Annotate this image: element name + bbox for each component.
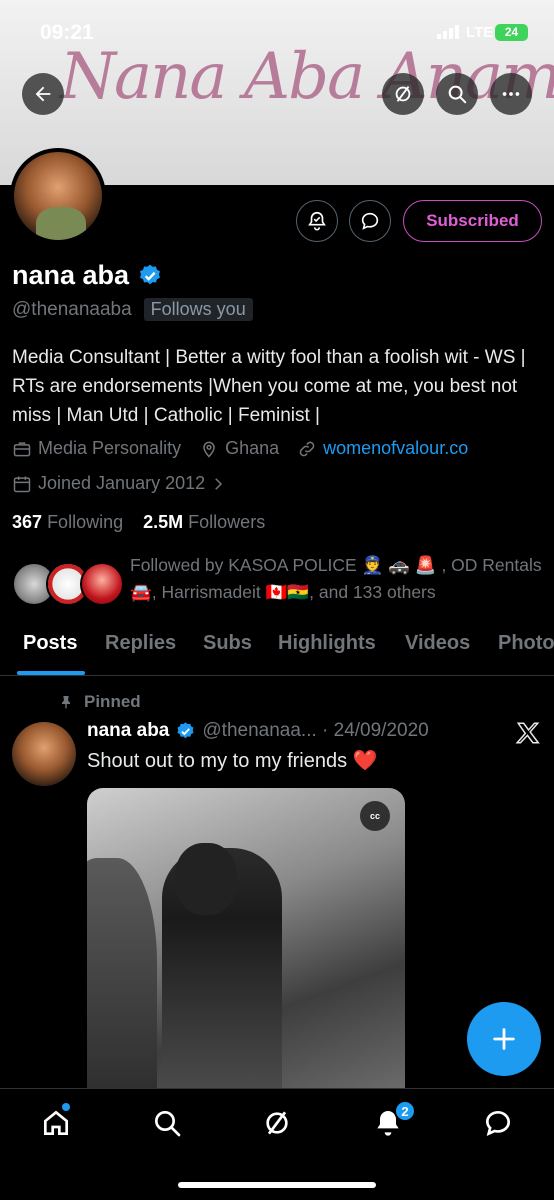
followers-link[interactable]: 2.5M Followers — [143, 512, 265, 532]
back-arrow-icon — [35, 86, 51, 102]
battery-icon: 24 — [495, 24, 528, 41]
handle-row: @thenanaaba Follows you — [12, 298, 253, 321]
grok-button[interactable] — [382, 73, 424, 115]
profile-name-row: nana aba — [12, 260, 163, 291]
tab-replies[interactable]: Replies — [105, 632, 176, 655]
tab-highlights[interactable]: Highlights — [278, 632, 376, 655]
chevron-right-icon — [215, 477, 223, 490]
profile-name: nana aba — [12, 260, 130, 290]
profile-meta-row: Media Personality Ghana womenofvalour.co — [12, 438, 486, 459]
captions-button[interactable]: cc — [360, 801, 390, 831]
followed-by-text: Followed by KASOA POLICE 👮 🚓 🚨 , OD Rent… — [130, 555, 542, 602]
compose-post-button[interactable] — [467, 1002, 541, 1076]
post-text-row: Shout out to my to my friends ❤️ — [87, 748, 378, 773]
followers-count: 2.5M — [143, 512, 184, 532]
joined-date: Joined January 2012 — [38, 473, 206, 493]
status-time: 09:21 — [40, 21, 94, 44]
follow-counts: 367 Following 2.5M Followers — [12, 512, 265, 533]
back-button[interactable] — [22, 73, 64, 115]
category-item: Media Personality — [12, 438, 181, 459]
home-icon[interactable] — [40, 1107, 72, 1139]
chat-bubble-icon — [361, 212, 379, 230]
network-label: LTE — [466, 24, 494, 41]
post-video[interactable]: cc — [87, 788, 405, 1088]
calendar-icon — [13, 476, 31, 492]
followers-label: Followers — [188, 512, 266, 532]
notifications-badge: 2 — [394, 1100, 416, 1122]
post-text: Shout out to my to my friends — [87, 750, 348, 772]
heart-emoji: ❤️ — [352, 750, 378, 772]
profile-tabs: Posts Replies Subs Highlights Videos Pho… — [0, 624, 554, 676]
message-button[interactable] — [349, 200, 391, 242]
search-icon[interactable] — [151, 1107, 183, 1139]
active-tab-indicator — [17, 671, 85, 675]
x-logo-icon[interactable] — [515, 720, 541, 746]
pin-icon — [62, 696, 70, 709]
signal-icon — [437, 25, 459, 39]
grok-icon[interactable] — [261, 1107, 293, 1139]
verified-badge-icon[interactable] — [137, 263, 163, 289]
more-button[interactable] — [490, 73, 532, 115]
location-item: Ghana — [199, 438, 279, 459]
profile-handle: @thenanaaba — [12, 298, 132, 320]
location-pin-icon — [203, 441, 215, 458]
follows-you-badge: Follows you — [143, 298, 253, 321]
website-item[interactable]: womenofvalour.co — [297, 438, 468, 459]
plus-icon — [493, 1028, 515, 1050]
tab-videos[interactable]: Videos — [405, 632, 470, 655]
search-icon — [448, 85, 467, 104]
post-handle-date: @thenanaa... · 24/09/2020 — [202, 720, 429, 741]
profile-bio: Media Consultant | Better a witty fool t… — [12, 347, 526, 426]
bell-check-icon — [308, 211, 326, 231]
following-link[interactable]: 367 Following — [12, 512, 123, 532]
link-icon — [299, 441, 315, 456]
profile-category: Media Personality — [38, 438, 182, 458]
home-indicator — [178, 1182, 376, 1188]
post-author-name[interactable]: nana aba — [87, 720, 169, 742]
search-button[interactable] — [436, 73, 478, 115]
video-frame-hair — [87, 858, 157, 1088]
tab-photos[interactable]: Photos — [498, 632, 554, 655]
profile-location: Ghana — [225, 438, 280, 458]
pinned-label: Pinned — [84, 692, 141, 711]
following-count: 367 — [12, 512, 43, 532]
pinned-label-row: Pinned — [58, 692, 141, 712]
profile-avatar[interactable] — [10, 148, 106, 244]
verified-badge-icon — [177, 721, 194, 738]
messages-icon[interactable] — [482, 1107, 514, 1139]
post-author-avatar[interactable] — [12, 722, 76, 786]
subscribed-button[interactable]: Subscribed — [403, 200, 542, 242]
following-label: Following — [47, 512, 124, 532]
joined-row[interactable]: Joined January 2012 — [12, 473, 233, 494]
briefcase-icon — [13, 441, 31, 456]
video-frame-head — [175, 843, 237, 915]
tab-subs[interactable]: Subs — [203, 632, 252, 655]
more-icon — [502, 92, 520, 96]
status-bar: 09:21 LTE 24 — [0, 0, 554, 60]
post-header: nana aba @thenanaa... · 24/09/2020 — [87, 720, 429, 742]
profile-website-link[interactable]: womenofvalour.co — [323, 438, 468, 459]
home-unread-dot — [62, 1103, 70, 1111]
tab-posts[interactable]: Posts — [23, 632, 77, 655]
notifications-toggle-button[interactable] — [296, 200, 338, 242]
slash-circle-icon — [395, 86, 411, 102]
follower-avatar — [80, 562, 124, 606]
